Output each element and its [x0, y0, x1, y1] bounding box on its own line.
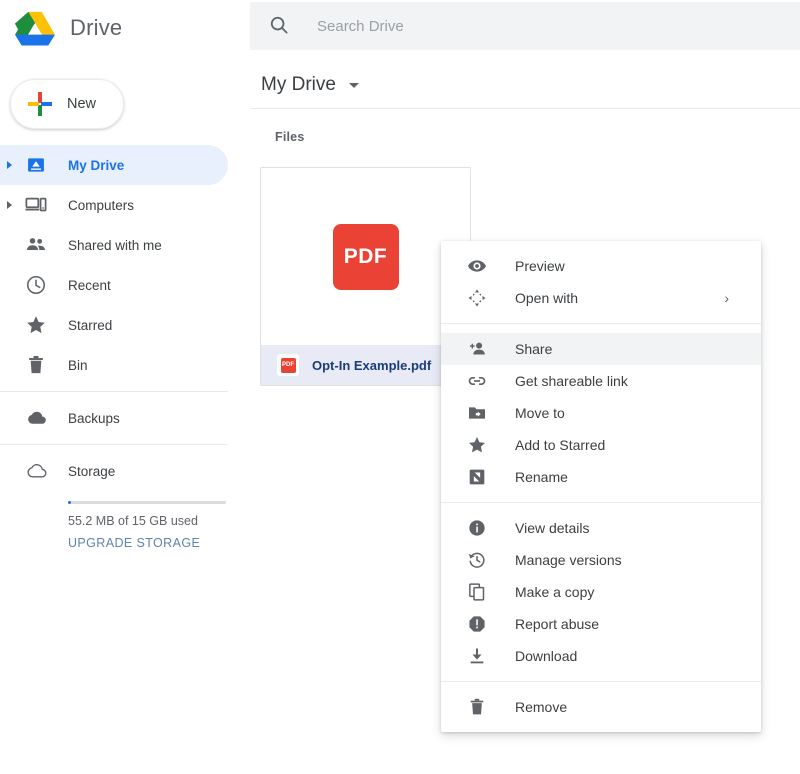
menu-item-label: Rename	[515, 469, 568, 485]
sidebar-item-storage[interactable]: Storage	[0, 451, 228, 491]
new-button-label: New	[67, 96, 97, 112]
sidebar-item-label: Computers	[68, 197, 135, 213]
file-name-label: Opt-In Example.pdf	[312, 357, 432, 373]
cloud-filled-icon	[24, 406, 48, 430]
chevron-right-icon: ›	[724, 290, 729, 306]
move-to-icon	[465, 401, 489, 425]
menu-item-report-abuse[interactable]: Report abuse	[441, 608, 761, 640]
menu-divider-1	[441, 323, 761, 324]
search-bar[interactable]	[250, 2, 800, 50]
menu-item-make-a-copy[interactable]: Make a copy	[441, 576, 761, 608]
report-abuse-icon	[465, 612, 489, 636]
breadcrumb-title[interactable]: My Drive	[261, 74, 336, 96]
menu-item-label: Manage versions	[515, 552, 622, 568]
open-with-icon	[465, 286, 489, 310]
plus-icon	[27, 91, 53, 117]
storage-usage-text: 55.2 MB of 15 GB used	[68, 514, 198, 528]
sidebar-item-label: Bin	[68, 357, 88, 373]
google-drive-logo-icon	[14, 9, 56, 47]
people-icon	[24, 233, 48, 257]
section-label-files: Files	[275, 130, 305, 144]
info-icon	[465, 516, 489, 540]
menu-item-preview[interactable]: Preview	[441, 250, 761, 282]
storage-progress-fill	[68, 501, 71, 504]
menu-item-label: Preview	[515, 258, 565, 274]
new-button[interactable]: New	[10, 79, 124, 129]
sidebar-item-label: Storage	[68, 463, 116, 479]
expand-caret-icon[interactable]	[7, 201, 12, 209]
menu-item-label: Report abuse	[515, 616, 600, 632]
menu-item-label: Share	[515, 341, 553, 357]
star-icon	[465, 433, 489, 457]
sidebar-item-bin[interactable]: Bin	[0, 345, 228, 385]
storage-progress-bar	[68, 501, 226, 504]
chevron-down-icon[interactable]	[348, 82, 359, 88]
app-brand[interactable]: Drive	[0, 0, 250, 56]
sidebar-nav: My Drive Computers Shared with me Recent…	[0, 145, 250, 552]
sidebar-item-recent[interactable]: Recent	[0, 265, 228, 305]
menu-item-manage-versions[interactable]: Manage versions	[441, 544, 761, 576]
sidebar-item-label: My Drive	[68, 157, 125, 173]
link-icon	[465, 369, 489, 393]
computers-icon	[24, 193, 48, 217]
file-card[interactable]: PDF PDF Opt-In Example.pdf	[260, 167, 471, 386]
clock-icon	[24, 273, 48, 297]
sidebar-item-label: Starred	[68, 317, 113, 333]
menu-item-open-with[interactable]: Open with ›	[441, 282, 761, 314]
pdf-file-icon: PDF	[332, 223, 399, 290]
menu-item-move-to[interactable]: Move to	[441, 397, 761, 429]
sidebar-item-starred[interactable]: Starred	[0, 305, 228, 345]
menu-divider-2	[441, 502, 761, 503]
sidebar-item-label: Shared with me	[68, 237, 162, 253]
pdf-mini-badge: PDF	[280, 357, 296, 373]
copy-icon	[465, 580, 489, 604]
sidebar-item-label: Recent	[68, 277, 111, 293]
menu-item-share[interactable]: Share	[441, 333, 761, 365]
menu-item-label: Get shareable link	[515, 373, 628, 389]
search-icon	[268, 14, 292, 38]
menu-item-rename[interactable]: Rename	[441, 461, 761, 493]
upgrade-storage-link[interactable]: UPGRADE STORAGE	[68, 536, 200, 550]
sidebar-divider-2	[0, 444, 228, 445]
menu-item-add-to-starred[interactable]: Add to Starred	[441, 429, 761, 461]
rename-icon	[465, 465, 489, 489]
history-icon	[465, 548, 489, 572]
pdf-mini-icon: PDF	[277, 354, 299, 376]
file-card-footer[interactable]: PDF Opt-In Example.pdf	[261, 345, 470, 385]
menu-item-label: Move to	[515, 405, 565, 421]
eye-icon	[465, 254, 489, 278]
menu-item-label: Download	[515, 648, 578, 664]
trash-icon	[465, 695, 489, 719]
menu-item-get-shareable-link[interactable]: Get shareable link	[441, 365, 761, 397]
sidebar-item-shared-with-me[interactable]: Shared with me	[0, 225, 228, 265]
my-drive-icon	[24, 153, 48, 177]
sidebar-item-computers[interactable]: Computers	[0, 185, 228, 225]
star-icon	[24, 313, 48, 337]
menu-item-label: Add to Starred	[515, 437, 606, 453]
person-add-icon	[465, 337, 489, 361]
expand-caret-icon[interactable]	[7, 161, 12, 169]
menu-divider-3	[441, 681, 761, 682]
menu-item-label: Remove	[515, 699, 568, 715]
menu-item-label: Make a copy	[515, 584, 595, 600]
sidebar-item-backups[interactable]: Backups	[0, 398, 228, 438]
file-context-menu: Preview Open with › Share Get shareable …	[441, 241, 761, 732]
search-input[interactable]	[315, 16, 739, 36]
menu-item-view-details[interactable]: View details	[441, 512, 761, 544]
app-title: Drive	[70, 15, 123, 40]
file-thumbnail: PDF	[261, 168, 470, 345]
download-icon	[465, 644, 489, 668]
cloud-outline-icon	[24, 459, 48, 483]
menu-item-label: Open with	[515, 290, 579, 306]
menu-item-download[interactable]: Download	[441, 640, 761, 672]
breadcrumb: My Drive	[250, 62, 800, 109]
trash-icon	[24, 353, 48, 377]
sidebar-divider-1	[0, 391, 228, 392]
menu-item-label: View details	[515, 520, 590, 536]
menu-item-remove[interactable]: Remove	[441, 691, 761, 723]
sidebar-item-label: Backups	[68, 410, 120, 426]
sidebar: Drive New My Drive Computers Shared with…	[0, 0, 250, 774]
sidebar-item-my-drive[interactable]: My Drive	[0, 145, 228, 185]
